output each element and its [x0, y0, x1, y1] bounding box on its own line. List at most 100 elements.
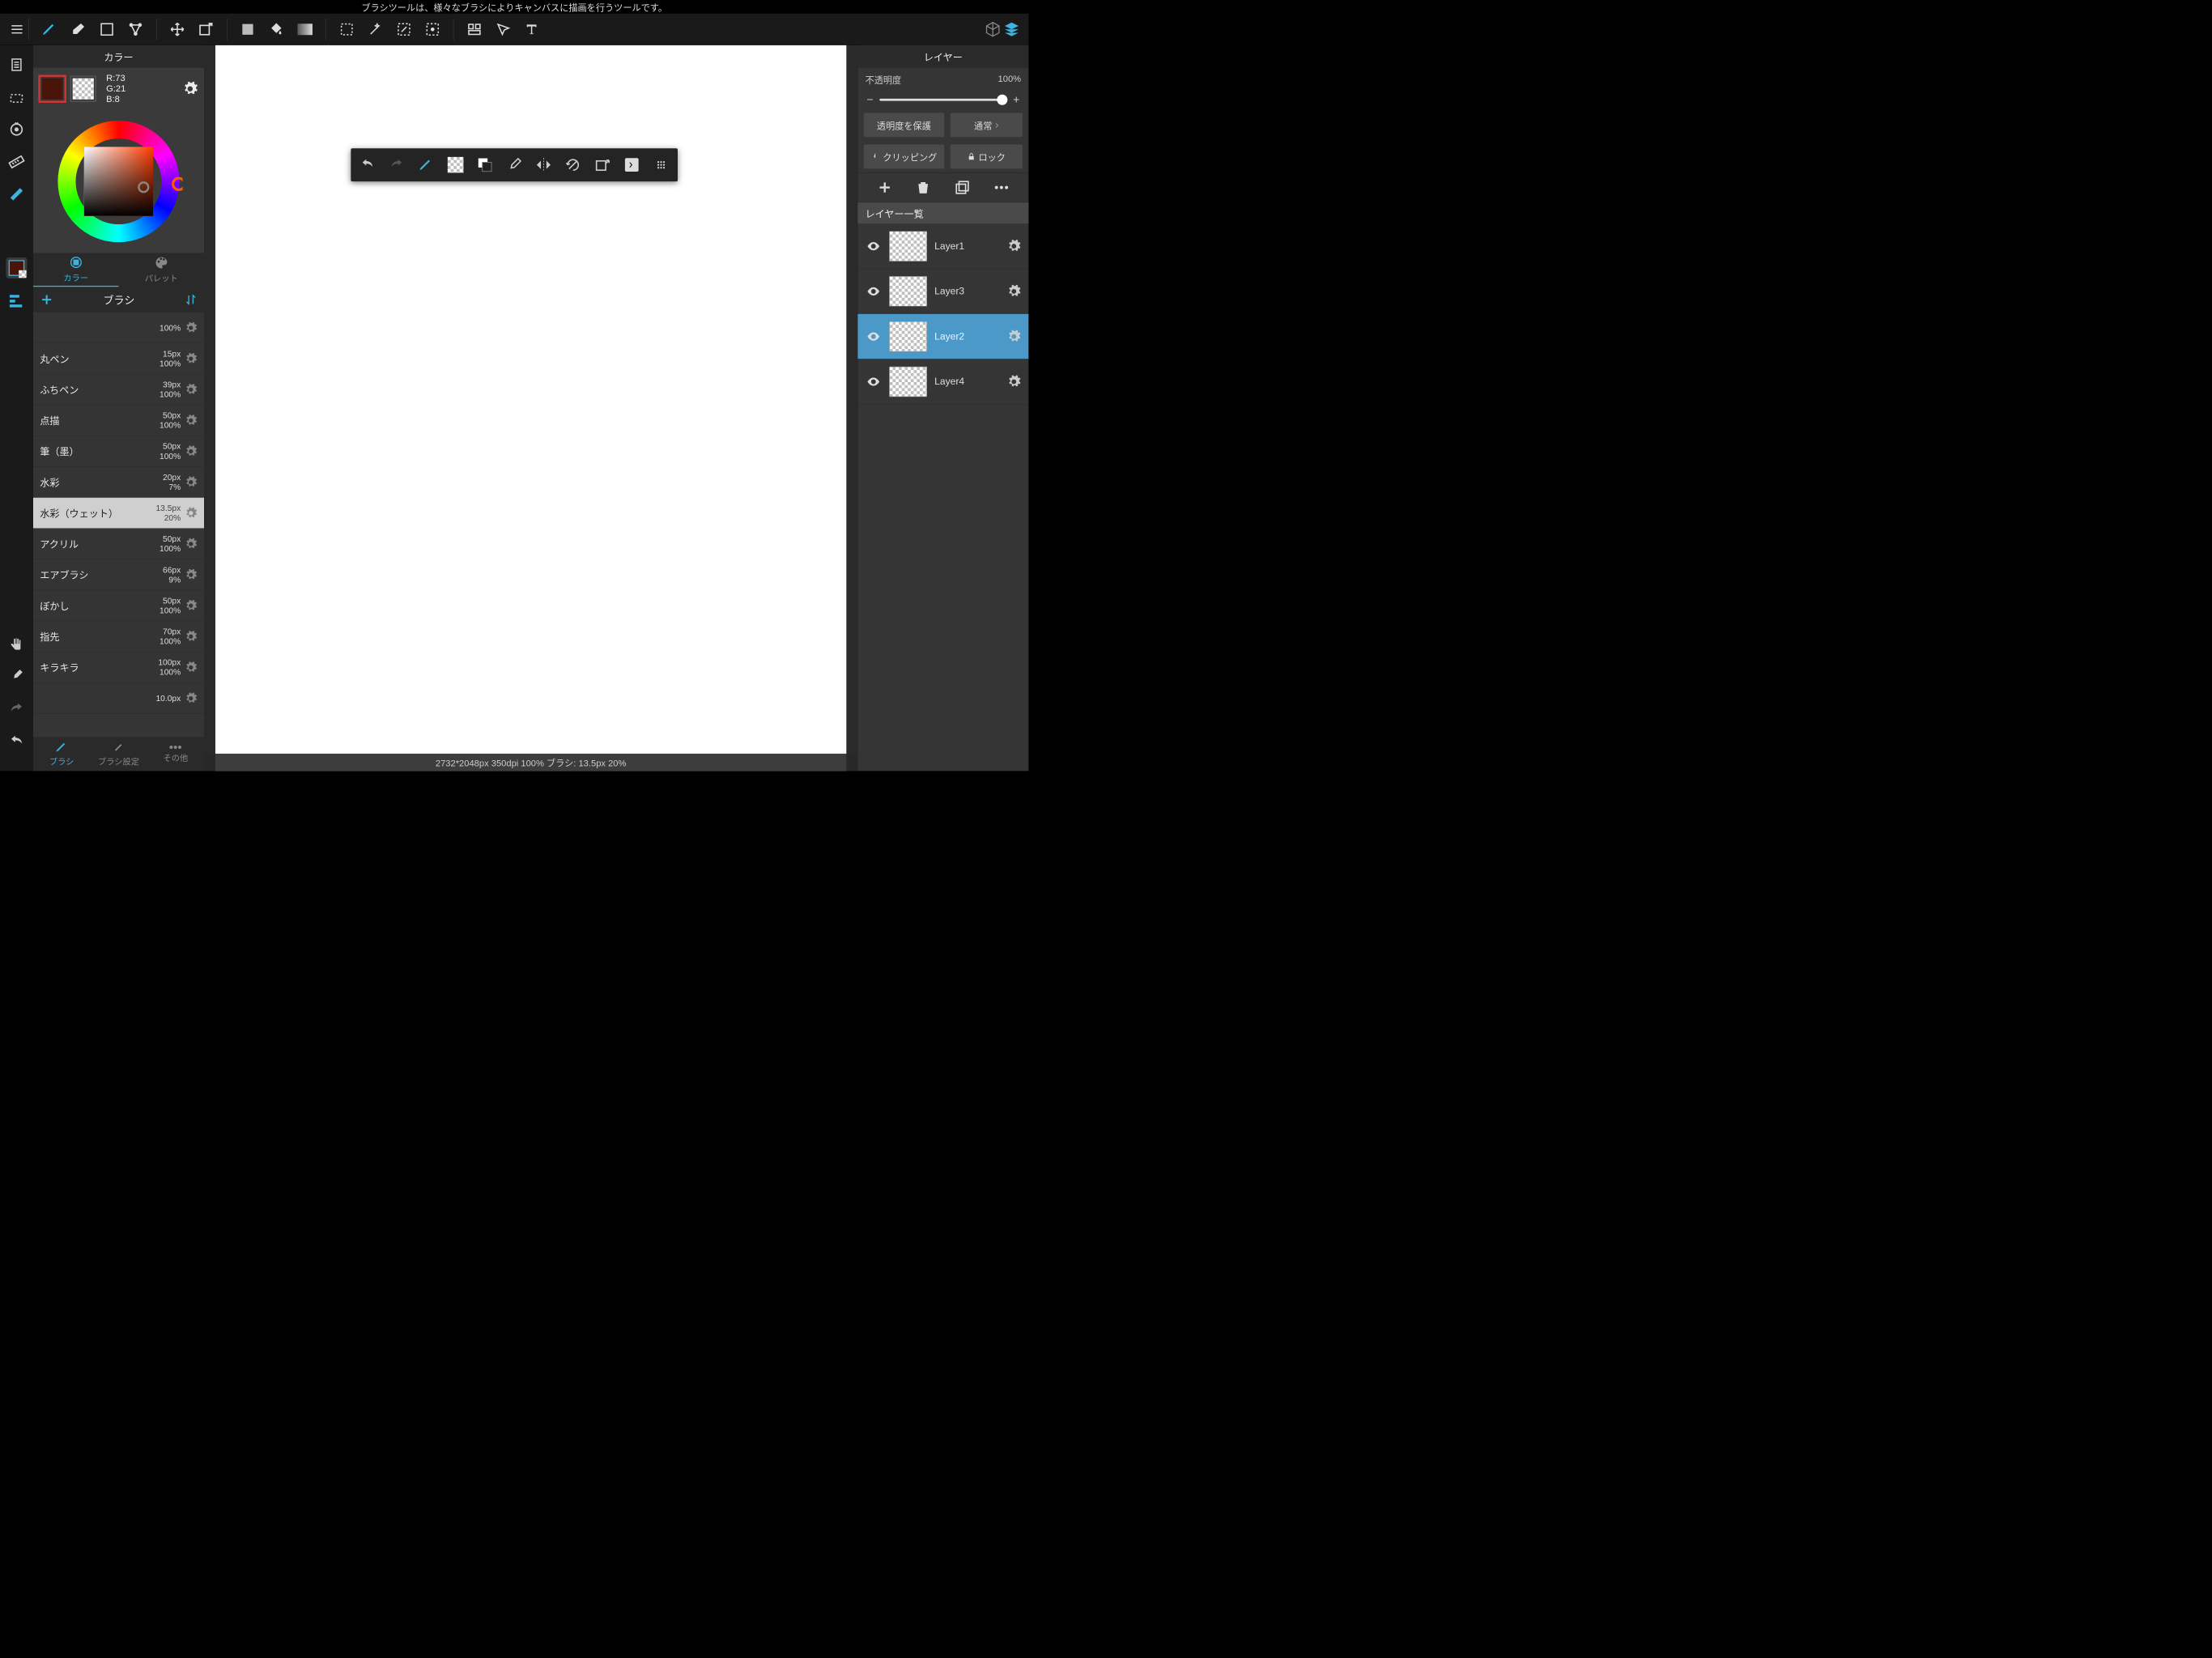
- document-icon[interactable]: [6, 54, 27, 75]
- brush-tab[interactable]: ブラシ: [33, 737, 90, 771]
- protect-alpha-button[interactable]: 透明度を保護: [864, 113, 944, 138]
- brush-gear-icon[interactable]: [185, 661, 198, 674]
- color-settings-gear-icon[interactable]: [182, 81, 198, 97]
- brush-gear-icon[interactable]: [185, 507, 198, 520]
- brush-row[interactable]: 指先 70px100%: [33, 621, 204, 652]
- transform-tool-icon[interactable]: [197, 19, 215, 38]
- move-tool-icon[interactable]: [168, 19, 186, 38]
- layer-gear-icon[interactable]: [1006, 284, 1021, 299]
- background-swatch[interactable]: [70, 75, 96, 102]
- layer-visibility-icon[interactable]: [866, 328, 882, 344]
- eyedropper-icon[interactable]: [6, 666, 27, 687]
- layer-list[interactable]: Layer1 Layer3 Layer2 Layer4: [857, 223, 1028, 771]
- clipping-button[interactable]: クリッピング: [864, 145, 944, 169]
- select-erase-icon[interactable]: [423, 19, 442, 38]
- brush-row[interactable]: 筆（墨） 50px100%: [33, 436, 204, 466]
- marquee-icon[interactable]: [6, 87, 27, 108]
- brush-gear-icon[interactable]: [185, 538, 198, 551]
- layer-row[interactable]: Layer2: [857, 314, 1028, 359]
- hamburger-menu-icon[interactable]: [7, 19, 26, 38]
- brush-row[interactable]: エアブラシ 66px9%: [33, 559, 204, 590]
- brush-gear-icon[interactable]: [185, 691, 198, 704]
- redo-float-icon[interactable]: [388, 156, 406, 174]
- layer-row[interactable]: Layer3: [857, 269, 1028, 314]
- dots-tool-icon[interactable]: [126, 19, 145, 38]
- layer-visibility-icon[interactable]: [866, 373, 882, 389]
- gradient-tool-icon[interactable]: [296, 19, 314, 38]
- layer-gear-icon[interactable]: [1006, 374, 1021, 389]
- color-tab[interactable]: カラー: [33, 253, 119, 287]
- opacity-slider[interactable]: − +: [857, 91, 1028, 109]
- brush-gear-icon[interactable]: [185, 599, 198, 612]
- brush-gear-icon[interactable]: [185, 476, 198, 489]
- undo-icon[interactable]: [6, 731, 27, 752]
- mirror-horizontal-icon[interactable]: [534, 156, 552, 174]
- brush-row[interactable]: ぼかし 50px100%: [33, 590, 204, 621]
- swap-colors-icon[interactable]: [476, 156, 494, 174]
- blend-mode-button[interactable]: 通常›: [951, 113, 1023, 138]
- grip-handle-icon[interactable]: [652, 156, 670, 174]
- select-brush-icon[interactable]: [394, 19, 413, 38]
- brush-settings-tab[interactable]: ブラシ設定: [90, 737, 147, 771]
- brush-float-icon[interactable]: [417, 156, 435, 174]
- add-layer-icon[interactable]: [877, 180, 892, 195]
- pick-tool-icon[interactable]: [494, 19, 513, 38]
- brush-gear-icon[interactable]: [185, 383, 198, 396]
- layers-toggle-icon[interactable]: [1002, 19, 1021, 38]
- picker-float-icon[interactable]: [505, 156, 523, 174]
- brush-gear-icon[interactable]: [185, 352, 198, 365]
- pen-note-icon[interactable]: [6, 184, 27, 205]
- eraser-tool-icon[interactable]: [69, 19, 87, 38]
- brush-row[interactable]: ふちペン 39px100%: [33, 374, 204, 405]
- divide-tool-icon[interactable]: [465, 19, 483, 38]
- brush-row[interactable]: 水彩 20px7%: [33, 467, 204, 498]
- brush-list[interactable]: 100% 丸ペン 15px100% ふちペン 39px100% 点描 50px1…: [33, 312, 204, 738]
- brush-gear-icon[interactable]: [185, 414, 198, 427]
- brush-gear-icon[interactable]: [185, 568, 198, 581]
- layer-visibility-icon[interactable]: [866, 283, 882, 299]
- duplicate-layer-icon[interactable]: [955, 180, 971, 196]
- brush-row[interactable]: 点描 50px100%: [33, 405, 204, 436]
- brush-tool-icon[interactable]: [40, 19, 59, 38]
- reset-view-icon[interactable]: [593, 156, 611, 174]
- redo-icon[interactable]: [6, 699, 27, 720]
- ruler-icon[interactable]: [6, 151, 27, 172]
- brush-row[interactable]: キラキラ 100px100%: [33, 652, 204, 682]
- brush-gear-icon[interactable]: [185, 321, 198, 334]
- rotate-icon[interactable]: [6, 119, 27, 140]
- fill-tool-icon[interactable]: [238, 19, 257, 38]
- 3d-cube-icon[interactable]: [984, 19, 1002, 38]
- brush-gear-icon[interactable]: [185, 630, 198, 643]
- checker-float-icon[interactable]: [446, 156, 464, 174]
- plus-icon[interactable]: +: [1013, 93, 1019, 106]
- foreground-swatch[interactable]: [39, 75, 66, 102]
- brush-row[interactable]: 水彩（ウェット） 13.5px20%: [33, 498, 204, 529]
- layer-row[interactable]: Layer1: [857, 223, 1028, 269]
- brush-other-tab[interactable]: その他: [147, 737, 204, 771]
- delete-layer-icon[interactable]: [916, 181, 930, 195]
- layer-visibility-icon[interactable]: [866, 238, 882, 254]
- layer-row[interactable]: Layer4: [857, 359, 1028, 405]
- layer-gear-icon[interactable]: [1006, 329, 1021, 344]
- brush-row[interactable]: アクリル 50px100%: [33, 529, 204, 559]
- brush-row[interactable]: 10.0px: [33, 683, 204, 714]
- color-wheel[interactable]: [33, 110, 204, 253]
- fullscreen-float-icon[interactable]: [623, 156, 640, 174]
- brush-gear-icon[interactable]: [185, 444, 198, 457]
- brush-row[interactable]: 100%: [33, 312, 204, 343]
- hand-tool-icon[interactable]: [6, 634, 27, 655]
- bucket-tool-icon[interactable]: [267, 19, 286, 38]
- sort-brushes-icon[interactable]: [185, 293, 198, 306]
- text-tool-icon[interactable]: [522, 19, 541, 38]
- undo-float-icon[interactable]: [359, 156, 376, 174]
- color-swatch-icon[interactable]: [6, 257, 27, 278]
- palette-tab[interactable]: パレット: [118, 253, 204, 287]
- minus-icon[interactable]: −: [866, 93, 873, 106]
- more-layer-icon[interactable]: [994, 185, 1010, 190]
- layer-gear-icon[interactable]: [1006, 239, 1021, 253]
- brush-row[interactable]: 丸ペン 15px100%: [33, 343, 204, 374]
- sliders-icon[interactable]: [6, 290, 27, 311]
- magic-wand-icon[interactable]: [366, 19, 385, 38]
- rotate-float-icon[interactable]: [564, 156, 582, 174]
- shape-tool-icon[interactable]: [97, 19, 116, 38]
